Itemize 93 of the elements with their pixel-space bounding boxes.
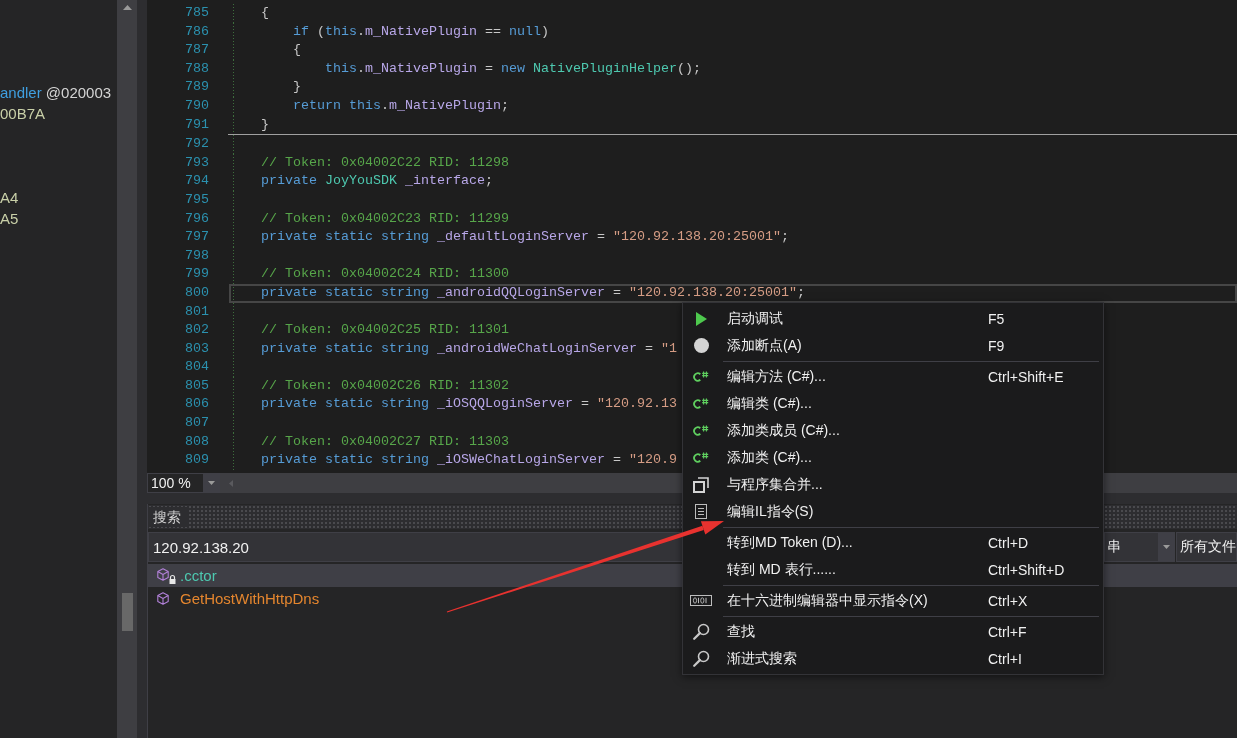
line-number: 792 (185, 136, 209, 152)
code-line: // Token: 0x04002C23 RID: 11299 (261, 210, 509, 226)
line-number: 806 (185, 396, 209, 412)
code-line: private static string _androidWeChatLoginServer = "1 (261, 340, 677, 356)
panel-title: 搜索 (148, 507, 187, 527)
dot-icon (693, 338, 709, 353)
line-number: 805 (185, 377, 209, 393)
csharp-icon (693, 425, 709, 436)
line-number: 788 (185, 60, 209, 76)
line-number: 787 (185, 42, 209, 58)
scrollbar-thumb[interactable] (121, 593, 133, 631)
panel-text: 00B7A (0, 105, 46, 122)
line-number: 797 (185, 229, 209, 245)
code-line: this.m_NativePlugin = new NativePluginHelper(); (324, 60, 701, 76)
code-line: private JoyYouSDK _interface; (261, 173, 493, 189)
panel-text: A4 (0, 189, 19, 206)
list-item[interactable]: GetHostWithHttpDns (148, 587, 682, 610)
menu-item[interactable]: 与程序集合并... (683, 471, 1103, 498)
shortcut-text: Ctrl+X (988, 592, 1028, 609)
menu-item[interactable]: 启动调试 F5 (683, 305, 1103, 332)
menu-item[interactable]: 添加断点(A) F9 (683, 332, 1103, 359)
shortcut-text: F9 (988, 337, 1005, 354)
code-line: // Token: 0x04002C26 RID: 11302 (261, 377, 509, 393)
panel-text: andler @020003 (0, 84, 112, 101)
code-line: { (293, 42, 301, 58)
dropdown[interactable]: 串 (1104, 532, 1175, 562)
shortcut-text: F5 (988, 310, 1005, 327)
line-number: 809 (185, 452, 209, 468)
menu-item[interactable]: 添加类 (C#)... (683, 444, 1103, 471)
menu-item[interactable]: 渐进式搜索 Ctrl+I (683, 645, 1103, 672)
binary-icon (690, 595, 712, 606)
code-line: return this.m_NativePlugin; (293, 97, 509, 113)
csharp-icon (693, 452, 709, 463)
line-number: 808 (185, 433, 209, 449)
shortcut-text: Ctrl+Shift+D (988, 561, 1065, 578)
line-number: 804 (185, 359, 209, 375)
code-line: // Token: 0x04002C24 RID: 11300 (261, 266, 509, 282)
menu-item[interactable]: 转到MD Token (D)... Ctrl+D (683, 529, 1103, 556)
line-number: 803 (185, 340, 209, 356)
shortcut-text: Ctrl+D (988, 534, 1029, 551)
vertical-scrollbar[interactable] (117, 0, 137, 738)
line-number: 801 (185, 303, 209, 319)
line-number: 789 (185, 79, 209, 95)
code-line: // Token: 0x04002C25 RID: 11301 (261, 322, 509, 338)
stacked-squares-icon (693, 476, 709, 493)
shortcut-text: Ctrl+Shift+E (988, 368, 1064, 385)
search-icon (692, 650, 710, 667)
scroll-up-icon[interactable] (122, 5, 132, 10)
shortcut-text: Ctrl+I (988, 650, 1022, 667)
line-number: 791 (185, 116, 209, 132)
caret-icon (207, 481, 215, 485)
panel-text: A5 (0, 210, 19, 227)
line-number: 800 (185, 284, 209, 300)
line-number: 802 (185, 322, 209, 338)
zoom-dropdown[interactable]: 100 % (147, 473, 220, 493)
line-number: 799 (185, 266, 209, 282)
caret-icon (1162, 545, 1170, 549)
code-line: } (293, 79, 301, 95)
code-line: private static string _iOSWeChatLoginServer = "120.9 (261, 452, 677, 468)
code-line: if (this.m_NativePlugin == null) (293, 23, 549, 39)
line-number: 796 (185, 210, 209, 226)
code-line: { (261, 5, 269, 20)
csharp-icon (693, 398, 709, 409)
dropdown[interactable]: 所有文件 (1176, 532, 1237, 562)
line-number: 793 (185, 154, 209, 170)
menu-item[interactable]: 查找 Ctrl+F (683, 618, 1103, 645)
line-number: 798 (185, 247, 209, 263)
code-line: // Token: 0x04002C27 RID: 11303 (261, 433, 509, 449)
locked-cube-icon (157, 567, 176, 584)
line-number: 790 (185, 97, 209, 113)
line-number: 785 (185, 5, 209, 20)
code-line: private static string _androidQQLoginServer = "120.92.138.20:25001"; (261, 284, 805, 300)
menu-item[interactable]: 在十六进制编辑器中显示指令(X) Ctrl+X (683, 587, 1103, 614)
search-icon (692, 623, 710, 640)
csharp-icon (693, 371, 709, 382)
shortcut-text: Ctrl+F (988, 623, 1027, 640)
menu-item[interactable]: 编辑IL指令(S) (683, 498, 1103, 525)
menu-item[interactable]: 编辑方法 (C#)... Ctrl+Shift+E (683, 363, 1103, 390)
code-line: } (261, 116, 269, 132)
code-line: private static string _iOSQQLoginServer = "120.92.13 (261, 396, 677, 412)
code-line: // Token: 0x04002C22 RID: 11298 (261, 154, 509, 170)
line-number: 794 (185, 173, 209, 189)
cube-icon (157, 592, 169, 605)
document-icon (695, 504, 707, 519)
splitter[interactable] (137, 0, 147, 738)
menu-item[interactable]: 编辑类 (C#)... (683, 390, 1103, 417)
line-number: 786 (185, 23, 209, 39)
line-number: 795 (185, 191, 209, 207)
code-line: private static string _defaultLoginServer = "120.92.138.20:25001"; (261, 229, 789, 245)
list-item[interactable]: .cctor (148, 564, 682, 587)
play-icon (695, 311, 707, 326)
line-number: 807 (185, 415, 209, 431)
menu-item[interactable]: 添加类成员 (C#)... (683, 417, 1103, 444)
